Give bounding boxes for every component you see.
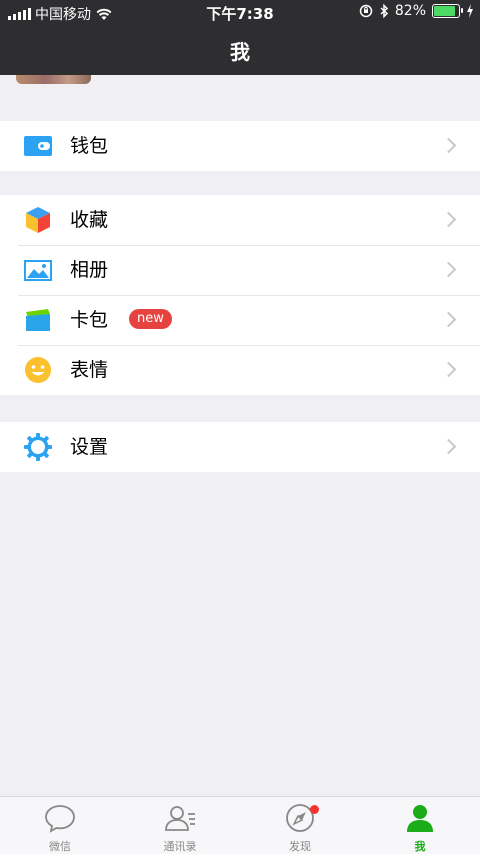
tab-label: 发现 (289, 840, 311, 853)
menu-label-settings: 设置 (70, 436, 109, 458)
menu-item-settings[interactable]: 设置 (0, 422, 480, 472)
menu-label-wallet: 钱包 (70, 135, 109, 157)
cube-icon (26, 207, 50, 233)
profile-icon (407, 805, 433, 832)
contacts-icon (165, 806, 195, 831)
wallet-icon (24, 136, 52, 156)
menu-label-favorites: 收藏 (70, 209, 109, 231)
main-group: 收藏 相册 卡包 new 表情 (0, 195, 480, 395)
tab-me[interactable]: 我 (360, 797, 480, 854)
bluetooth-icon (380, 4, 388, 18)
wallet-group: 钱包 (0, 121, 480, 171)
chevron-right-icon (440, 261, 457, 278)
tab-label: 我 (414, 840, 426, 853)
new-badge: new (129, 309, 172, 329)
chevron-right-icon (440, 137, 457, 154)
menu-item-favorites[interactable]: 收藏 (0, 195, 480, 245)
chevron-right-icon (440, 211, 457, 228)
tab-contacts[interactable]: 通讯录 (120, 797, 240, 854)
tab-label: 微信 (49, 840, 71, 853)
menu-item-album[interactable]: 相册 (0, 245, 480, 295)
orientation-lock-icon (359, 4, 373, 18)
page-title: 我 (230, 40, 250, 64)
picture-icon (24, 260, 52, 281)
menu-label-stickers: 表情 (70, 359, 109, 381)
card-icon (26, 309, 50, 331)
charging-icon (467, 4, 473, 18)
avatar[interactable] (16, 75, 91, 84)
menu-label-album: 相册 (70, 259, 109, 281)
tab-bar: 微信 通讯录 发现 我 (0, 796, 480, 854)
menu-item-cards[interactable]: 卡包 new (0, 295, 480, 345)
menu-item-stickers[interactable]: 表情 (0, 345, 480, 395)
chevron-right-icon (440, 311, 457, 328)
menu-item-wallet[interactable]: 钱包 (0, 121, 480, 171)
tab-label: 通讯录 (163, 840, 197, 853)
chevron-right-icon (440, 438, 457, 455)
battery-percent: 82% (394, 3, 426, 19)
tab-discover[interactable]: 发现 (240, 797, 360, 854)
chat-bubble-icon (45, 805, 75, 833)
smiley-icon (25, 357, 51, 383)
menu-label-cards: 卡包 (70, 309, 109, 331)
notification-dot (310, 805, 319, 814)
top-bar: 中国移动 下午7:38 82% 我 (0, 0, 480, 75)
settings-group: 设置 (0, 422, 480, 472)
gear-icon (24, 433, 52, 461)
battery-icon (432, 4, 463, 18)
status-bar: 中国移动 下午7:38 82% (0, 0, 480, 24)
tab-chats[interactable]: 微信 (0, 797, 120, 854)
chevron-right-icon (440, 361, 457, 378)
status-right: 82% (359, 3, 474, 19)
